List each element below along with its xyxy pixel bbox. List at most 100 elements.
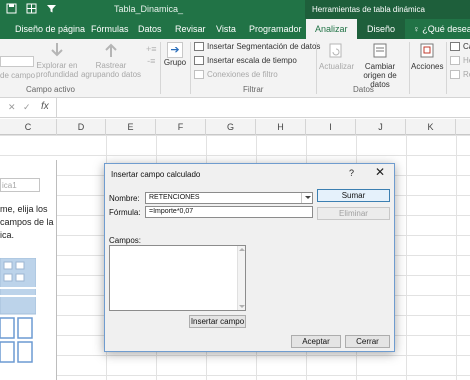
- instruction-line: me, elija los: [0, 204, 48, 214]
- side-item-3[interactable]: Re: [450, 70, 470, 79]
- insert-timeline-button[interactable]: Insertar escala de tiempo: [194, 56, 297, 65]
- group-label: Grupo: [163, 58, 187, 67]
- pivot-table-name: ica1: [0, 178, 40, 192]
- tab-analizar[interactable]: Analizar: [306, 19, 357, 39]
- tab-tell-me[interactable]: ♀ ¿Qué desea: [413, 19, 470, 39]
- tab-vista[interactable]: Vista: [216, 19, 236, 39]
- side-item-2[interactable]: He: [450, 56, 470, 65]
- dialog-title: Insertar campo calculado: [111, 170, 201, 179]
- column-header-k[interactable]: K: [406, 119, 456, 135]
- cancel-icon[interactable]: ✕: [8, 102, 16, 113]
- refresh-button[interactable]: Actualizar: [319, 42, 354, 71]
- column-header-d[interactable]: D: [57, 119, 106, 135]
- column-header-j[interactable]: J: [356, 119, 406, 135]
- insert-timeline-label: Insertar escala de tiempo: [207, 56, 297, 65]
- drill-up-icon: [105, 43, 117, 57]
- scroll-up-icon[interactable]: [239, 248, 245, 251]
- ribbon-separator: [160, 42, 161, 94]
- chevron-down-icon[interactable]: [301, 193, 312, 203]
- insert-slicer-label: Insertar Segmentación de datos: [207, 42, 321, 51]
- fields-listbox[interactable]: [109, 245, 246, 311]
- side-item-1[interactable]: Ca: [450, 42, 470, 51]
- grid-icon[interactable]: [26, 3, 37, 14]
- drill-down-icon: [51, 43, 63, 57]
- side-item-icon: [450, 42, 460, 51]
- quick-access-toolbar: [6, 3, 57, 14]
- field-settings-label[interactable]: de campo: [0, 71, 35, 80]
- filter-icon[interactable]: [46, 3, 57, 14]
- insert-field-button[interactable]: Insertar campo: [189, 315, 246, 328]
- tab-datos[interactable]: Datos: [138, 19, 162, 39]
- active-field-input[interactable]: [0, 56, 34, 67]
- ribbon-tabs: Diseño de página Fórmulas Datos Revisar …: [0, 19, 470, 39]
- eliminar-button[interactable]: Eliminar: [317, 207, 390, 220]
- accept-button[interactable]: Aceptar: [291, 335, 341, 348]
- drill-up-label: Rastrear agrupando datos: [80, 61, 142, 79]
- filter-connections-label: Conexiones de filtro: [207, 70, 278, 79]
- formula-input[interactable]: [56, 98, 470, 117]
- tab-revisar[interactable]: Revisar: [175, 19, 206, 39]
- pivot-illustration-icon: [0, 258, 36, 370]
- actions-button[interactable]: Acciones: [411, 42, 443, 71]
- campo-activo-group-label: Campo activo: [26, 85, 75, 94]
- instruction-line: campos de la: [0, 217, 54, 227]
- ribbon-separator: [409, 42, 410, 94]
- campos-label: Campos:: [109, 236, 142, 245]
- formula-bar: ✕ ✓ fx: [0, 98, 470, 118]
- slicer-icon: [194, 42, 204, 51]
- formula-field[interactable]: =Importe*0,07: [145, 206, 313, 218]
- insert-function-icon[interactable]: fx: [41, 101, 49, 112]
- help-icon[interactable]: ?: [349, 168, 354, 178]
- grid-line: [406, 135, 407, 380]
- column-header-e[interactable]: E: [106, 119, 156, 135]
- timeline-icon: [194, 56, 204, 65]
- listbox-scrollbar[interactable]: [237, 246, 245, 310]
- title-bar: Tabla_Dinamica_ Herramientas de tabla di…: [0, 0, 470, 19]
- filter-connections-button[interactable]: Conexiones de filtro: [194, 70, 278, 79]
- group-arrow-icon: ➔: [167, 42, 183, 58]
- drill-down-button[interactable]: Explorar en profundidad: [36, 41, 78, 79]
- close-icon[interactable]: ✕: [375, 166, 385, 178]
- column-header-i[interactable]: I: [306, 119, 356, 135]
- ribbon-separator: [316, 42, 317, 94]
- enter-icon[interactable]: ✓: [23, 102, 31, 113]
- grid-line: [456, 135, 457, 380]
- close-button[interactable]: Cerrar: [345, 335, 390, 348]
- tab-diseno-pagina[interactable]: Diseño de página: [15, 19, 85, 39]
- filtrar-group-label: Filtrar: [243, 85, 264, 94]
- filter-connections-icon: [194, 70, 204, 79]
- insert-slicer-button[interactable]: Insertar Segmentación de datos: [194, 42, 320, 51]
- instruction-line: ica.: [0, 230, 15, 240]
- tell-me-label: ¿Qué desea: [422, 24, 470, 34]
- side-item-icon: [450, 70, 460, 79]
- column-header-f[interactable]: F: [156, 119, 206, 135]
- column-header-g[interactable]: G: [206, 119, 256, 135]
- pivot-instructions: me, elija los campos de la ica.: [0, 203, 57, 242]
- column-header-c[interactable]: C: [0, 119, 57, 135]
- tab-programador[interactable]: Programador: [249, 19, 302, 39]
- ribbon-separator: [190, 42, 191, 94]
- refresh-icon: [329, 43, 342, 58]
- group-button[interactable]: ➔ Grupo: [163, 42, 187, 67]
- save-icon[interactable]: [6, 3, 17, 14]
- sumar-button[interactable]: Sumar: [317, 189, 390, 202]
- scroll-down-icon[interactable]: [239, 305, 245, 308]
- datos-group-label: Datos: [353, 85, 374, 94]
- change-data-source-button[interactable]: Cambiar origen de datos: [354, 42, 406, 89]
- nombre-value: RETENCIONES: [149, 194, 200, 201]
- column-headers: C D E F G H I J K: [0, 119, 470, 135]
- ribbon-separator: [446, 42, 447, 94]
- drill-up-button[interactable]: Rastrear agrupando datos: [80, 41, 142, 79]
- column-header-h[interactable]: H: [256, 119, 306, 135]
- tab-formulas[interactable]: Fórmulas: [91, 19, 129, 39]
- lightbulb-icon: ♀: [413, 24, 420, 34]
- side-item-icon: [450, 56, 460, 65]
- nombre-label: Nombre:: [109, 194, 140, 203]
- actions-icon: [420, 43, 434, 58]
- nombre-combo[interactable]: RETENCIONES: [145, 192, 313, 204]
- expand-collapse-icons[interactable]: +≡ -≡: [146, 43, 157, 67]
- ribbon: de campo Explorar en profundidad Rastrea…: [0, 39, 470, 98]
- side-item-label: Ca: [463, 42, 470, 51]
- tab-diseno[interactable]: Diseño: [357, 19, 406, 39]
- drill-down-label: Explorar en profundidad: [36, 61, 79, 79]
